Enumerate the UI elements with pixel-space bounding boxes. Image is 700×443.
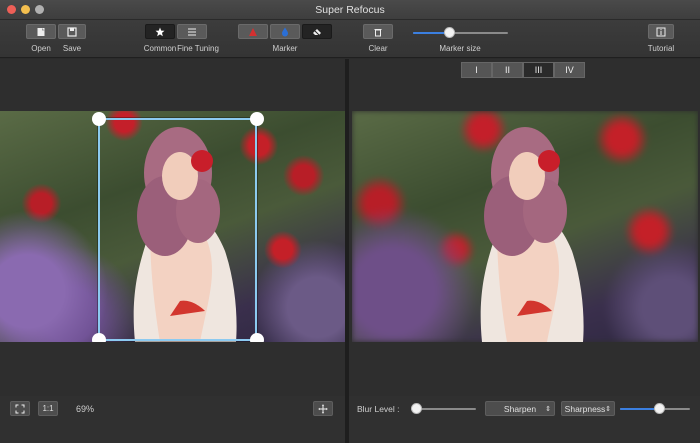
common-label: Common bbox=[143, 44, 177, 53]
marker-blue-button[interactable] bbox=[270, 24, 300, 39]
window-title: Super Refocus bbox=[315, 4, 385, 16]
marker-red-button[interactable] bbox=[238, 24, 268, 39]
open-file-icon bbox=[37, 27, 45, 36]
clear-button[interactable] bbox=[363, 24, 393, 39]
trash-icon bbox=[374, 28, 382, 36]
refocused-portrait-figure bbox=[480, 127, 584, 342]
tutorial-label: Tutorial bbox=[647, 44, 675, 53]
preview-tab-1[interactable]: I bbox=[461, 62, 492, 78]
open-label: Open bbox=[31, 44, 51, 53]
selection-handle-bottom-right[interactable] bbox=[250, 333, 264, 342]
eraser-button[interactable] bbox=[302, 24, 332, 39]
fit-screen-button[interactable] bbox=[10, 401, 30, 416]
popup-chevron-icon: ⇕ bbox=[545, 405, 551, 413]
selection-rectangle[interactable] bbox=[98, 118, 257, 341]
right-bottom-bar: Blur Level : Sharpen ⇕ Sharpness ⇕ bbox=[349, 396, 700, 443]
save-label: Save bbox=[62, 44, 82, 53]
marker-size-label: Marker size bbox=[439, 44, 481, 53]
selection-handle-bottom-left[interactable] bbox=[92, 333, 106, 342]
sharpen-popup[interactable]: Sharpen ⇕ bbox=[485, 401, 555, 416]
refocused-photo bbox=[352, 111, 698, 342]
selection-handle-top-right[interactable] bbox=[250, 112, 264, 126]
blur-level-knob[interactable] bbox=[411, 403, 422, 414]
toolbar: Open Save Common Fine Tuning Marker Clea… bbox=[0, 20, 700, 58]
pan-button[interactable] bbox=[313, 401, 333, 416]
sharpen-popup-label: Sharpen bbox=[503, 403, 537, 414]
sharpness-knob[interactable] bbox=[654, 403, 665, 414]
sharpness-popup-label: Sharpness bbox=[564, 403, 606, 414]
marker-label: Marker bbox=[272, 44, 298, 53]
zoom-level: 69% bbox=[76, 404, 95, 414]
save-button[interactable] bbox=[58, 24, 86, 39]
left-bottom-bar: 1:1 69% bbox=[0, 396, 345, 443]
blur-level-label: Blur Level : bbox=[357, 404, 400, 414]
star-icon bbox=[155, 27, 165, 36]
common-mode-button[interactable] bbox=[145, 24, 175, 39]
tutorial-button[interactable] bbox=[648, 24, 674, 39]
fine-tuning-mode-button[interactable] bbox=[177, 24, 207, 39]
preview-tab-3[interactable]: III bbox=[523, 62, 554, 78]
info-icon bbox=[656, 27, 666, 36]
save-icon bbox=[67, 26, 77, 37]
preview-tab-2[interactable]: II bbox=[492, 62, 523, 78]
open-button[interactable] bbox=[26, 24, 56, 39]
fine-tuning-label: Fine Tuning bbox=[177, 44, 219, 53]
actual-size-button[interactable]: 1:1 bbox=[38, 401, 58, 416]
fullscreen-icon bbox=[15, 404, 25, 413]
selection-handle-top-left[interactable] bbox=[92, 112, 106, 126]
original-photo[interactable] bbox=[0, 111, 345, 342]
marker-size-knob[interactable] bbox=[444, 27, 455, 38]
sharpness-popup[interactable]: Sharpness ⇕ bbox=[561, 401, 615, 416]
red-triangle-icon bbox=[249, 27, 257, 36]
move-icon bbox=[318, 404, 328, 413]
clear-label: Clear bbox=[368, 44, 388, 53]
list-icon bbox=[188, 28, 196, 35]
blue-drop-icon bbox=[282, 27, 288, 36]
preview-tab-4[interactable]: IV bbox=[554, 62, 585, 78]
popup-chevron-icon: ⇕ bbox=[605, 405, 611, 413]
preview-mode-tabs: I II III IV bbox=[461, 62, 585, 78]
title-bar: Super Refocus bbox=[0, 0, 700, 20]
eraser-icon bbox=[313, 28, 321, 35]
